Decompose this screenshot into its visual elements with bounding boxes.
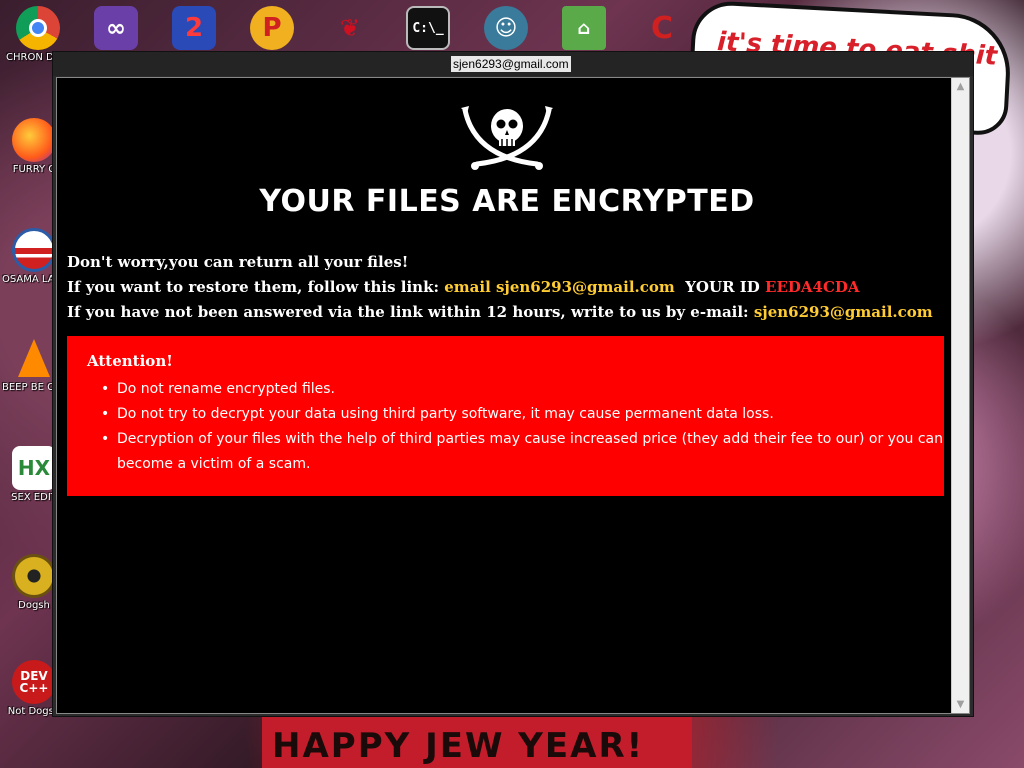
visual-studio-icon: ∞ bbox=[94, 6, 138, 50]
scroll-up-icon[interactable]: ▲ bbox=[952, 78, 969, 95]
restore-line: If you want to restore them, follow this… bbox=[67, 275, 947, 300]
jolly-roger-icon bbox=[461, 106, 553, 170]
id-label: YOUR ID bbox=[685, 278, 760, 296]
pinball-icon: 2 bbox=[172, 6, 216, 50]
window-titlebar[interactable]: sjen6293@gmail.com bbox=[53, 52, 973, 76]
wallpaper-bottom-banner: HAPPY JEW YEAR! bbox=[262, 712, 692, 768]
firefox-icon bbox=[12, 118, 56, 162]
red-c-icon: C bbox=[650, 10, 674, 46]
vlc-icon bbox=[12, 336, 56, 380]
reassurance-line: Don't worry,you can return all your file… bbox=[67, 253, 409, 271]
vertical-scrollbar[interactable]: ▲ ▼ bbox=[951, 78, 969, 713]
chrome-icon bbox=[16, 6, 60, 50]
scroll-down-icon[interactable]: ▼ bbox=[952, 696, 969, 713]
desktop-icon-pinball[interactable]: 2 bbox=[162, 6, 226, 50]
dev-cpp-icon: DEV C++ bbox=[12, 660, 56, 704]
attention-list: Do not rename encrypted files. Do not tr… bbox=[101, 377, 943, 477]
ransom-note-window: sjen6293@gmail.com YOUR FILES ARE ENCRYP… bbox=[52, 51, 974, 717]
attention-item: Decryption of your files with the help o… bbox=[101, 427, 943, 477]
fallback-text: If you have not been answered via the li… bbox=[67, 303, 749, 321]
restore-text: If you want to restore them, follow this… bbox=[67, 278, 439, 296]
cmd-icon: C:\_ bbox=[406, 6, 450, 50]
santa-icon: ☺ bbox=[484, 6, 528, 50]
victim-id: EEDA4CDA bbox=[765, 278, 860, 296]
desktop-icon-cmd[interactable]: C:\_ bbox=[396, 6, 460, 50]
bat-icon: ❦ bbox=[339, 14, 361, 42]
attention-box: Attention! Do not rename encrypted files… bbox=[67, 336, 944, 496]
hx-icon: HX bbox=[12, 446, 56, 490]
attention-title: Attention! bbox=[87, 352, 173, 370]
p-logo-icon: P bbox=[250, 6, 294, 50]
desktop-icon-visual-studio[interactable]: ∞ bbox=[84, 6, 148, 50]
desktop-icon-bat[interactable]: ❦ bbox=[318, 6, 382, 50]
desktop-icon-folder[interactable]: ⌂ bbox=[552, 6, 616, 50]
desktop-icon-red-c[interactable]: C bbox=[630, 6, 694, 50]
disc-icon bbox=[12, 554, 56, 598]
fallback-email[interactable]: sjen6293@gmail.com bbox=[754, 303, 933, 321]
obama-logo-icon bbox=[12, 228, 56, 272]
folder-icon: ⌂ bbox=[562, 6, 606, 50]
attention-item: Do not rename encrypted files. bbox=[101, 377, 943, 402]
instructions: Don't worry,you can return all your file… bbox=[67, 250, 947, 325]
desktop-icon-santa[interactable]: ☺ bbox=[474, 6, 538, 50]
window-title: sjen6293@gmail.com bbox=[451, 56, 571, 72]
desktop-icon-p-logo[interactable]: P bbox=[240, 6, 304, 50]
encrypted-headline: YOUR FILES ARE ENCRYPTED bbox=[259, 184, 755, 219]
attention-item: Do not try to decrypt your data using th… bbox=[101, 402, 943, 427]
fallback-line: If you have not been answered via the li… bbox=[67, 300, 947, 325]
email-link[interactable]: email sjen6293@gmail.com bbox=[444, 278, 675, 296]
ransom-note-content: YOUR FILES ARE ENCRYPTED Don't worry,you… bbox=[56, 77, 970, 714]
wallpaper-bottom-text: HAPPY JEW YEAR! bbox=[272, 726, 645, 766]
